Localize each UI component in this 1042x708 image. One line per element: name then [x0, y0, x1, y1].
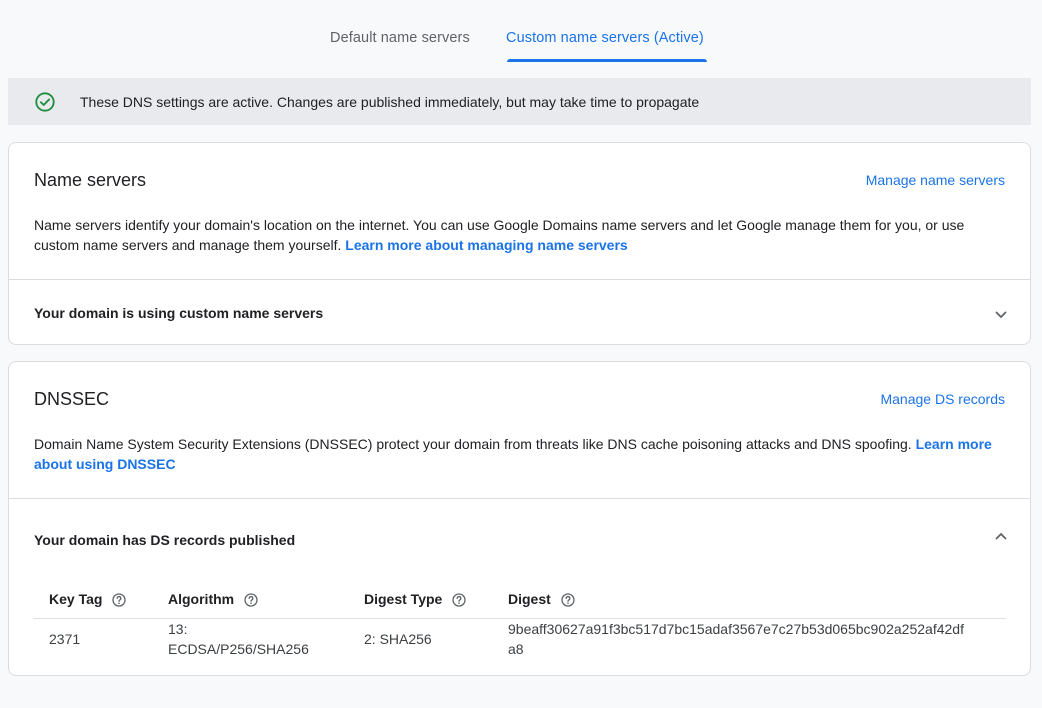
- dnssec-description-text: Domain Name System Security Extensions (…: [34, 436, 912, 452]
- cell-digest-line1: 9beaff30627a91f3bc517d7bc15adaf3567e7c27…: [508, 621, 964, 637]
- cell-algorithm: 13: ECDSA/P256/SHA256: [168, 619, 309, 659]
- cell-digest-line2: a8: [508, 641, 524, 657]
- help-icon[interactable]: [452, 593, 466, 607]
- cell-algorithm-line1: 13:: [168, 621, 188, 637]
- divider: [9, 279, 1030, 280]
- digest-type-header-label: Digest Type: [364, 591, 443, 607]
- algorithm-header-label: Algorithm: [168, 591, 235, 607]
- dnssec-description: Domain Name System Security Extensions (…: [34, 434, 1009, 474]
- name-servers-title: Name servers: [34, 170, 147, 190]
- tab-custom-name-servers[interactable]: Custom name servers (Active): [506, 30, 704, 46]
- dns-tabs: Default name servers Custom name servers…: [0, 0, 1042, 62]
- table-header-key-tag: Key Tag: [49, 591, 127, 607]
- digest-header-label: Digest: [508, 591, 551, 607]
- table-header-digest: Digest: [508, 591, 575, 607]
- help-icon[interactable]: [112, 593, 127, 607]
- chevron-up-icon[interactable]: [994, 529, 1008, 543]
- active-settings-banner: These DNS settings are active. Changes a…: [8, 78, 1031, 125]
- ds-records-status: Your domain has DS records published: [34, 532, 296, 548]
- tab-default-name-servers[interactable]: Default name servers: [330, 30, 470, 46]
- table-header-digest-type: Digest Type: [364, 591, 466, 607]
- manage-ds-records-link[interactable]: Manage DS records: [880, 391, 1005, 407]
- help-icon[interactable]: [561, 593, 575, 607]
- banner-message: These DNS settings are active. Changes a…: [80, 94, 700, 110]
- manage-name-servers-link[interactable]: Manage name servers: [866, 172, 1005, 188]
- active-tab-indicator: [507, 59, 707, 62]
- learn-more-name-servers-link[interactable]: Learn more about managing name servers: [345, 237, 627, 253]
- custom-name-servers-status: Your domain is using custom name servers: [34, 305, 324, 321]
- name-servers-description: Name servers identify your domain's loca…: [34, 215, 1009, 255]
- cell-key-tag: 2371: [49, 631, 81, 647]
- cell-digest: 9beaff30627a91f3bc517d7bc15adaf3567e7c27…: [508, 619, 964, 659]
- check-circle-icon: [35, 92, 55, 112]
- chevron-down-icon[interactable]: [994, 308, 1008, 322]
- divider: [9, 498, 1030, 499]
- name-servers-card: Name servers Manage name servers Name se…: [8, 142, 1031, 345]
- table-header-algorithm: Algorithm: [168, 591, 258, 607]
- help-icon[interactable]: [244, 593, 258, 607]
- dnssec-title: DNSSEC: [34, 389, 110, 409]
- key-tag-header-label: Key Tag: [49, 591, 103, 607]
- cell-algorithm-line2: ECDSA/P256/SHA256: [168, 641, 309, 657]
- cell-digest-type: 2: SHA256: [364, 631, 432, 647]
